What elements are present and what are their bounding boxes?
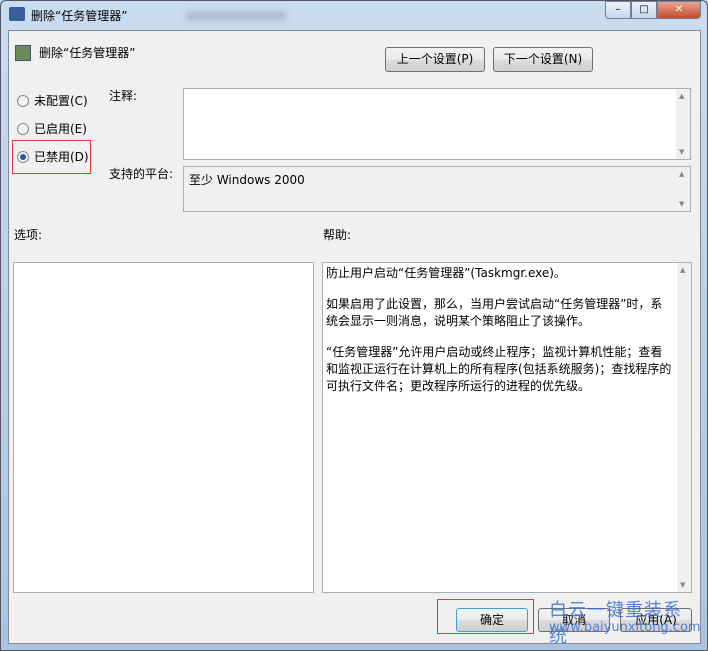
close-button[interactable]: ✕ xyxy=(657,1,701,19)
scrollbar[interactable]: ▲ ▼ xyxy=(676,89,690,159)
policy-icon xyxy=(9,7,25,21)
help-paragraph: 如果启用了此设置，那么，当用户尝试启动“任务管理器”时，系统会显示一则消息，说明… xyxy=(326,297,663,328)
help-panel: 防止用户启动“任务管理器”(Taskmgr.exe)。 如果启用了此设置，那么，… xyxy=(322,262,692,593)
radio-enabled[interactable]: 已启用(E) xyxy=(17,120,87,137)
setting-icon xyxy=(15,45,31,61)
scrollbar[interactable]: ▲ ▼ xyxy=(677,263,691,592)
help-paragraph: 防止用户启动“任务管理器”(Taskmgr.exe)。 xyxy=(326,266,566,280)
maximize-button[interactable]: □ xyxy=(631,1,657,19)
help-label: 帮助: xyxy=(323,228,352,242)
blurred-title xyxy=(186,11,286,21)
minimize-button[interactable]: – xyxy=(605,1,631,19)
options-label: 选项: xyxy=(14,228,43,242)
help-paragraph: “任务管理器”允许用户启动或终止程序；监视计算机性能；查看和监视正运行在计算机上… xyxy=(326,345,672,393)
next-setting-button[interactable]: 下一个设置(N) xyxy=(493,47,593,72)
dialog-window: 删除“任务管理器” – □ ✕ 删除“任务管理器” 上一个设置(P) 下一个设置… xyxy=(0,0,708,651)
platform-value: 至少 Windows 2000 xyxy=(189,173,305,187)
radio-disabled[interactable]: 已禁用(D) xyxy=(17,148,89,165)
platform-label: 支持的平台: xyxy=(109,167,174,181)
setting-title: 删除“任务管理器” xyxy=(39,46,136,60)
window-title: 删除“任务管理器” xyxy=(31,9,128,23)
comment-input[interactable]: ▲ ▼ xyxy=(183,88,691,160)
scrollbar[interactable]: ▲ ▼ xyxy=(676,167,690,211)
options-panel xyxy=(13,262,314,593)
watermark-url: www.baiyunxitong.com xyxy=(549,620,701,635)
radio-not-configured[interactable]: 未配置(C) xyxy=(17,92,88,109)
comment-label: 注释: xyxy=(109,89,138,103)
prev-setting-button[interactable]: 上一个设置(P) xyxy=(385,47,485,72)
radio-label: 已启用(E) xyxy=(34,122,87,136)
radio-label: 未配置(C) xyxy=(34,94,88,108)
ok-button[interactable]: 确定 xyxy=(456,608,528,632)
dialog-body: 删除“任务管理器” 上一个设置(P) 下一个设置(N) 未配置(C) 已启用(E… xyxy=(8,30,701,647)
radio-icon xyxy=(17,123,29,135)
platform-field: 至少 Windows 2000 ▲ ▼ xyxy=(183,166,691,212)
radio-label: 已禁用(D) xyxy=(34,150,89,164)
radio-selected-icon xyxy=(17,151,29,163)
radio-icon xyxy=(17,95,29,107)
